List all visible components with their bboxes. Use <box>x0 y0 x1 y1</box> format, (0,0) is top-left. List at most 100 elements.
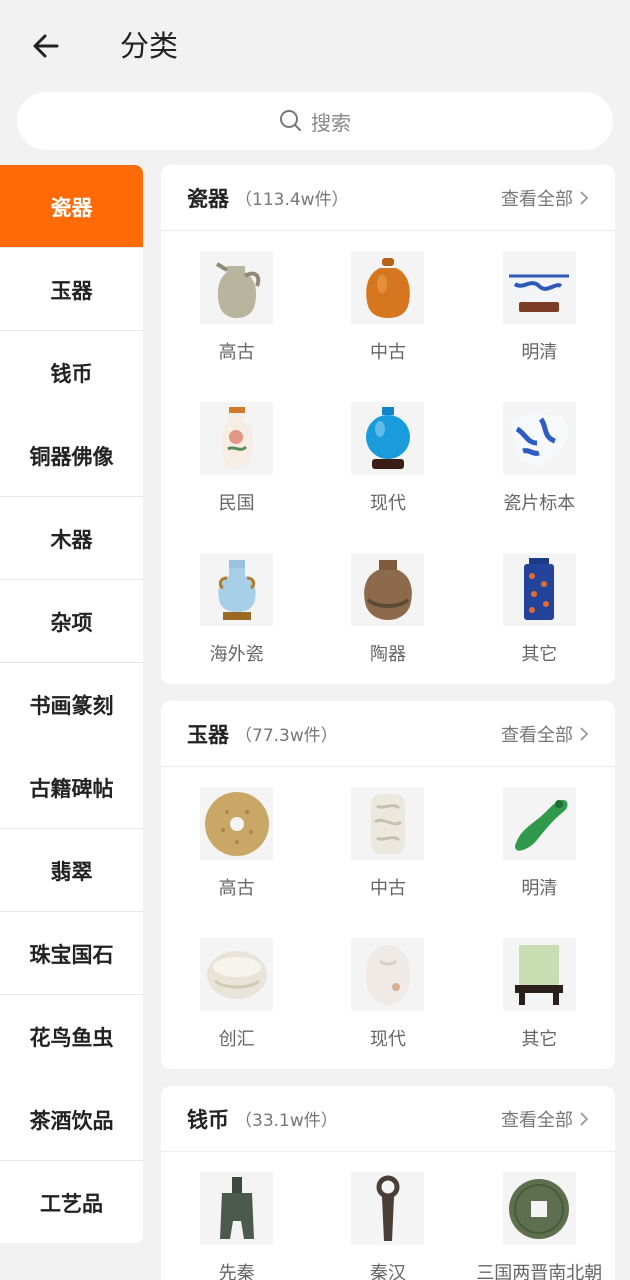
section-count: （33.1w件） <box>235 1111 338 1131</box>
subcategory-item[interactable]: 中古 <box>312 787 463 938</box>
search-icon <box>280 110 301 131</box>
subcategory-item[interactable]: 明清 <box>464 251 615 402</box>
category-content: 瓷器 （113.4w件） 查看全部 高古 中古 明清 民国 现代 瓷片标本 海外… <box>161 165 615 1280</box>
section-card-porcelain: 瓷器 （113.4w件） 查看全部 高古 中古 明清 民国 现代 瓷片标本 海外… <box>161 165 615 684</box>
round-coin-icon <box>502 1172 576 1245</box>
back-arrow-icon <box>33 34 59 58</box>
blue-vase-icon <box>351 402 425 475</box>
back-button[interactable] <box>26 26 66 66</box>
subcategory-label: 秦汉 <box>369 1263 406 1280</box>
subcategory-label: 现代 <box>369 1029 406 1050</box>
view-all-link[interactable]: 查看全部 <box>501 721 589 747</box>
page-title: 分类 <box>120 29 179 63</box>
subcategory-label: 三国两晋南北朝 <box>476 1263 603 1280</box>
jar-icon <box>351 251 425 324</box>
square-vase-icon <box>502 553 576 626</box>
category-sidebar: 瓷器 玉器 钱币 铜器佛像 木器 杂项 书画篆刻 古籍碑帖 翡翠 珠宝国石 花鸟… <box>0 165 143 1243</box>
subcategory-label: 创汇 <box>218 1029 255 1050</box>
green-jade-icon <box>502 787 576 860</box>
subcategory-item[interactable]: 现代 <box>312 402 463 553</box>
chevron-right-icon <box>580 190 589 205</box>
view-all-link[interactable]: 查看全部 <box>501 185 589 211</box>
sidebar-item-label: 钱币 <box>50 361 93 386</box>
sidebar-item-misc[interactable]: 杂项 <box>0 580 143 663</box>
ewer-icon <box>200 251 274 324</box>
sidebar-item-label: 翡翠 <box>50 859 93 884</box>
subcategory-item[interactable]: 秦汉 <box>312 1172 463 1280</box>
section-header: 玉器 （77.3w件） 查看全部 <box>161 701 615 767</box>
jade-pebble-icon <box>351 938 425 1011</box>
sidebar-item-tea-wine[interactable]: 茶酒饮品 <box>0 1078 143 1161</box>
section-card-jade: 玉器 （77.3w件） 查看全部 高古 中古 明清 创汇 现代 其它 <box>161 701 615 1069</box>
handled-vase-icon <box>200 553 274 626</box>
knife-coin-icon <box>351 1172 425 1245</box>
subcategory-item[interactable]: 高古 <box>161 251 312 402</box>
sidebar-item-bronze-buddha[interactable]: 铜器佛像 <box>0 414 143 497</box>
subcategory-item[interactable]: 其它 <box>464 553 615 684</box>
section-title: 玉器 <box>187 722 229 747</box>
subcategory-item[interactable]: 陶器 <box>312 553 463 684</box>
sidebar-item-label: 工艺品 <box>40 1191 103 1216</box>
jade-bangle-icon <box>200 938 274 1011</box>
search-input[interactable]: 搜索 <box>17 92 613 150</box>
sidebar-item-porcelain[interactable]: 瓷器 <box>0 165 143 248</box>
top-bar: 分类 <box>0 0 630 92</box>
search-placeholder: 搜索 <box>311 110 351 135</box>
subcategory-label: 海外瓷 <box>209 644 264 665</box>
sidebar-item-painting-seal[interactable]: 书画篆刻 <box>0 663 143 746</box>
subcategory-label: 其它 <box>521 1029 558 1050</box>
subcategory-item[interactable]: 民国 <box>161 402 312 553</box>
subcategory-item[interactable]: 创汇 <box>161 938 312 1069</box>
sidebar-item-jade[interactable]: 玉器 <box>0 248 143 331</box>
jade-carving-icon <box>351 787 425 860</box>
subcategory-label: 先秦 <box>218 1263 255 1280</box>
section-header: 钱币 （33.1w件） 查看全部 <box>161 1086 615 1152</box>
subcategory-item[interactable]: 其它 <box>464 938 615 1069</box>
section-count: （77.3w件） <box>235 726 338 746</box>
section-card-coins: 钱币 （33.1w件） 查看全部 先秦 秦汉 三国两晋南北朝 <box>161 1086 615 1280</box>
sidebar-item-label: 铜器佛像 <box>29 444 114 469</box>
section-header: 瓷器 （113.4w件） 查看全部 <box>161 165 615 231</box>
subcategory-label: 其它 <box>521 644 558 665</box>
chevron-right-icon <box>580 1111 589 1126</box>
jade-screen-icon <box>502 938 576 1011</box>
sidebar-item-flora-fauna[interactable]: 花鸟鱼虫 <box>0 995 143 1078</box>
section-title: 钱币 <box>187 1107 229 1132</box>
subcategory-item[interactable]: 瓷片标本 <box>464 402 615 553</box>
subcategory-item[interactable]: 现代 <box>312 938 463 1069</box>
subcategory-label: 高古 <box>218 878 255 899</box>
section-count: （113.4w件） <box>235 190 349 210</box>
view-all-label: 查看全部 <box>501 724 573 746</box>
shard-icon <box>502 402 576 475</box>
view-all-label: 查看全部 <box>501 1109 573 1131</box>
section-title: 瓷器 <box>187 186 229 211</box>
subcategory-item[interactable]: 先秦 <box>161 1172 312 1280</box>
sidebar-item-wood[interactable]: 木器 <box>0 497 143 580</box>
view-all-link[interactable]: 查看全部 <box>501 1106 589 1132</box>
sidebar-item-jewelry-stones[interactable]: 珠宝国石 <box>0 912 143 995</box>
sidebar-item-label: 花鸟鱼虫 <box>29 1025 114 1050</box>
sidebar-item-label: 珠宝国石 <box>29 942 114 967</box>
sidebar-item-label: 玉器 <box>50 278 93 303</box>
view-all-label: 查看全部 <box>501 188 573 210</box>
subcategory-item[interactable]: 中古 <box>312 251 463 402</box>
bowl-icon <box>502 251 576 324</box>
sidebar-item-crafts[interactable]: 工艺品 <box>0 1161 143 1243</box>
sidebar-item-label: 杂项 <box>50 610 93 635</box>
subcategory-label: 现代 <box>369 493 406 514</box>
subcategory-item[interactable]: 高古 <box>161 787 312 938</box>
sidebar-item-label: 书画篆刻 <box>29 693 114 718</box>
jade-disc-icon <box>200 787 274 860</box>
subcategory-label: 瓷片标本 <box>503 493 576 514</box>
sidebar-item-label: 瓷器 <box>50 195 93 220</box>
sidebar-item-books-rubbings[interactable]: 古籍碑帖 <box>0 746 143 829</box>
subcategory-item[interactable]: 明清 <box>464 787 615 938</box>
pottery-icon <box>351 553 425 626</box>
sidebar-item-coins[interactable]: 钱币 <box>0 331 143 414</box>
vase-icon <box>200 402 274 475</box>
subcategory-item[interactable]: 三国两晋南北朝 <box>464 1172 615 1280</box>
spade-coin-icon <box>200 1172 274 1245</box>
subcategory-item[interactable]: 海外瓷 <box>161 553 312 684</box>
chevron-right-icon <box>580 726 589 741</box>
sidebar-item-jadeite[interactable]: 翡翠 <box>0 829 143 912</box>
